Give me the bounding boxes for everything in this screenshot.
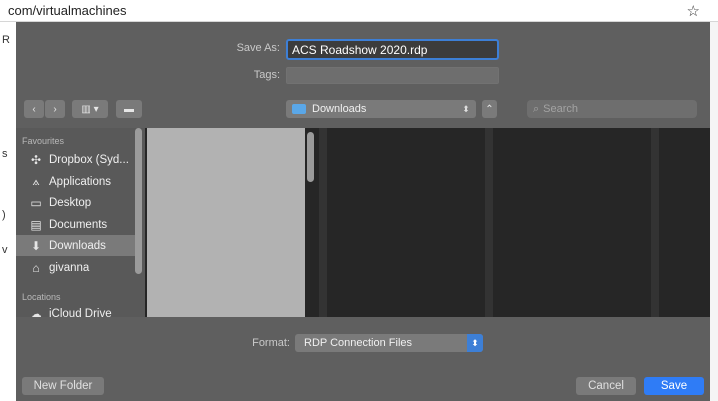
- tags-field[interactable]: [286, 67, 499, 84]
- sidebar-scrollbar[interactable]: [135, 128, 142, 274]
- format-popup[interactable]: RDP Connection Files ⬍: [295, 334, 483, 352]
- back-button[interactable]: ‹: [24, 100, 44, 118]
- sidebar-section-favourites: Favourites: [22, 136, 65, 146]
- chevron-left-icon: ‹: [32, 103, 36, 115]
- star-icon[interactable]: ☆: [687, 2, 700, 20]
- sidebar-item-icloud-drive[interactable]: ☁ iCloud Drive: [16, 303, 137, 318]
- background-text-fragment: v: [2, 244, 8, 256]
- column-scrollbar[interactable]: [307, 132, 314, 182]
- save-as-field[interactable]: ACS Roadshow 2020.rdp: [286, 39, 499, 60]
- sidebar-item-label: Applications: [49, 175, 112, 188]
- home-icon: ⌂: [32, 260, 40, 275]
- updown-arrows-icon: ⬍: [467, 334, 483, 352]
- search-placeholder: Search: [543, 103, 579, 115]
- sidebar-item-label: Documents: [49, 218, 108, 231]
- dropbox-icon: ✣: [30, 152, 42, 167]
- column-view-icon: ▥ ▾: [81, 103, 99, 115]
- save-button[interactable]: Save: [644, 377, 704, 395]
- tags-label: Tags:: [253, 69, 280, 81]
- location-label: Downloads: [312, 103, 367, 115]
- sidebar-item-dropbox[interactable]: ✣ Dropbox (Syd...: [16, 149, 137, 170]
- url-text[interactable]: com/virtualmachines: [8, 3, 127, 18]
- sidebar-item-label: Desktop: [49, 196, 92, 209]
- sidebar-item-givanna[interactable]: ⌂ givanna: [16, 257, 137, 278]
- sidebar-item-label: givanna: [49, 261, 90, 274]
- save-dialog: Save As: ACS Roadshow 2020.rdp Tags: ‹ ›…: [16, 22, 710, 401]
- background-page-right: [710, 22, 718, 401]
- updown-arrows-icon: ⬍: [462, 104, 470, 114]
- folder-icon: [292, 104, 306, 114]
- desktop-icon: ▭: [30, 195, 42, 210]
- group-button[interactable]: ▬: [116, 100, 142, 118]
- background-text-fragment: s: [2, 148, 8, 160]
- search-icon: ⌕: [533, 102, 540, 115]
- applications-icon: ⟑: [32, 174, 40, 188]
- sidebar-item-label: iCloud Drive: [49, 307, 112, 318]
- format-value: RDP Connection Files: [304, 337, 413, 349]
- chevron-up-icon: ⌃: [485, 103, 494, 115]
- location-popup[interactable]: Downloads ⬍: [286, 100, 476, 118]
- background-text-fragment: ): [2, 209, 6, 221]
- sidebar: Favourites ✣ Dropbox (Syd... ⟑ Applicati…: [16, 128, 145, 317]
- new-folder-button[interactable]: New Folder: [22, 377, 104, 395]
- column-divider: [651, 128, 659, 317]
- browser-address-bar: com/virtualmachines ☆: [0, 0, 718, 22]
- column-divider: [319, 128, 327, 317]
- sidebar-item-label: Downloads: [49, 239, 106, 252]
- folder-group-icon: ▬: [124, 103, 134, 115]
- cloud-icon: ☁: [30, 306, 42, 318]
- chevron-right-icon: ›: [53, 103, 57, 115]
- format-label: Format:: [252, 337, 290, 349]
- background-page: R s ) v: [0, 22, 16, 401]
- view-mode-button[interactable]: ▥ ▾: [72, 100, 108, 118]
- file-browser-columns: [145, 128, 710, 317]
- cancel-button[interactable]: Cancel: [576, 377, 636, 395]
- save-as-label: Save As:: [236, 42, 280, 54]
- sidebar-item-applications[interactable]: ⟑ Applications: [16, 171, 137, 192]
- background-text-fragment: R: [2, 34, 10, 46]
- downloads-icon: ⬇: [30, 238, 42, 253]
- file-column[interactable]: [147, 128, 305, 317]
- forward-button[interactable]: ›: [45, 100, 65, 118]
- sidebar-section-locations: Locations: [22, 292, 61, 302]
- sidebar-item-desktop[interactable]: ▭ Desktop: [16, 192, 137, 213]
- collapse-button[interactable]: ⌃: [482, 100, 497, 118]
- column-divider: [485, 128, 493, 317]
- sidebar-item-label: Dropbox (Syd...: [49, 153, 129, 166]
- search-field[interactable]: ⌕ Search: [527, 100, 697, 118]
- sidebar-item-documents[interactable]: ▤ Documents: [16, 214, 137, 235]
- sidebar-item-downloads[interactable]: ⬇ Downloads: [16, 235, 137, 256]
- documents-icon: ▤: [30, 217, 42, 232]
